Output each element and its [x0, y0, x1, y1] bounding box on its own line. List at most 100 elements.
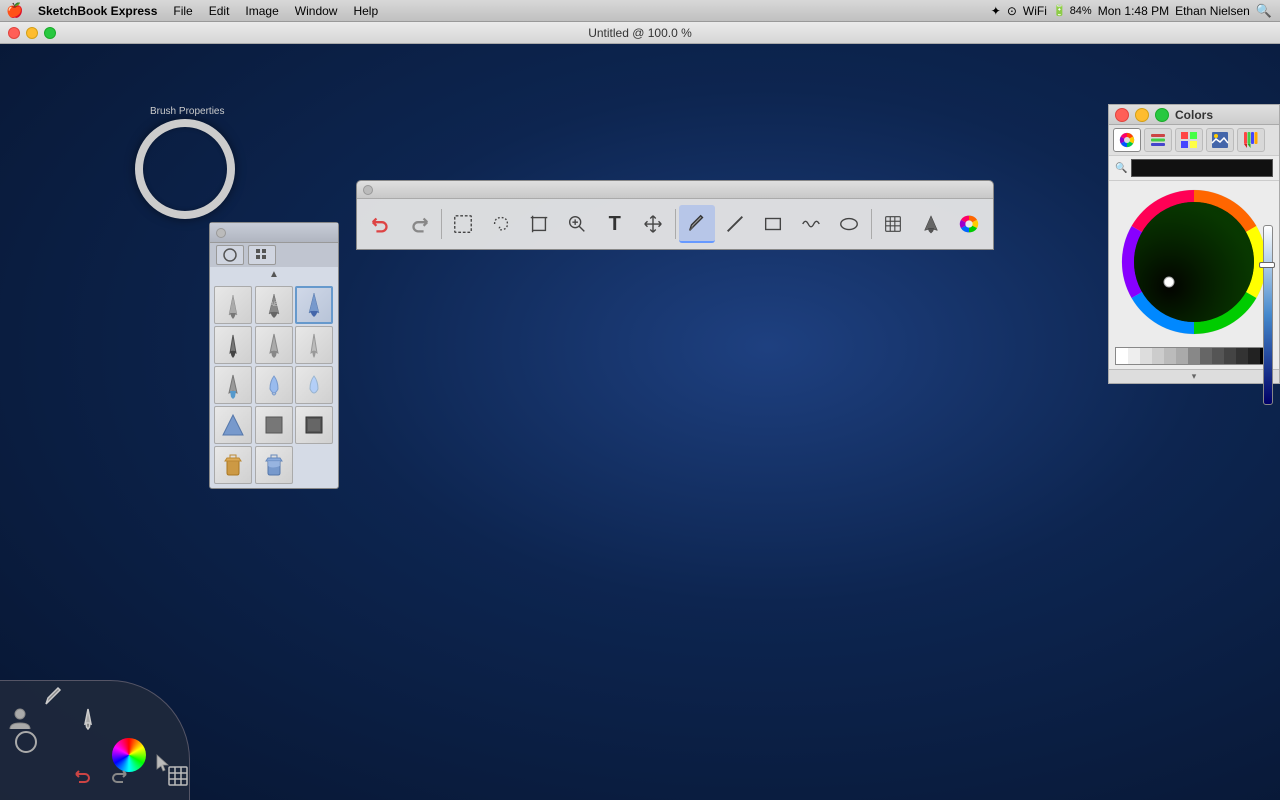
- rect-select-button[interactable]: [446, 205, 482, 243]
- brush-tab-grid[interactable]: [248, 245, 276, 265]
- swatch-10[interactable]: [1224, 348, 1236, 364]
- colors-tab-crayons[interactable]: [1237, 128, 1265, 152]
- minimize-button[interactable]: [26, 27, 38, 39]
- brush-ink-2[interactable]: [255, 326, 293, 364]
- colors-expand[interactable]: ▾: [1109, 369, 1279, 383]
- brush-ink-3[interactable]: [295, 326, 333, 364]
- brush-panel-header: [210, 223, 338, 243]
- brush-pencil-dark[interactable]: [295, 286, 333, 324]
- app-name[interactable]: SketchBook Express: [30, 0, 165, 21]
- canvas-area[interactable]: Brush Properties: [0, 44, 1280, 800]
- menu-image[interactable]: Image: [237, 0, 286, 21]
- wave-button[interactable]: [793, 205, 829, 243]
- brush-pencil-light[interactable]: [214, 286, 252, 324]
- swatch-5[interactable]: [1164, 348, 1176, 364]
- line-button[interactable]: [717, 205, 753, 243]
- toolbar-close-dot[interactable]: [363, 185, 373, 195]
- text-icon: T: [609, 213, 621, 236]
- colors-tab-wheel[interactable]: [1113, 128, 1141, 152]
- brush-bucket-1[interactable]: [214, 446, 252, 484]
- undo-button[interactable]: [363, 205, 399, 243]
- swatch-white[interactable]: [1116, 348, 1128, 364]
- ellipse-button[interactable]: [831, 205, 867, 243]
- brightness-slider[interactable]: [1263, 225, 1273, 405]
- menu-window[interactable]: Window: [287, 0, 346, 21]
- swatch-7[interactable]: [1188, 348, 1200, 364]
- swatch-9[interactable]: [1212, 348, 1224, 364]
- brush-tip-button[interactable]: [913, 205, 949, 243]
- swatch-3[interactable]: [1140, 348, 1152, 364]
- battery-icon: 🔋 84%: [1053, 4, 1092, 17]
- toolbar-tools: T: [357, 199, 993, 249]
- brightness-thumb[interactable]: [1259, 262, 1275, 268]
- apple-icon: 🍎: [6, 2, 23, 19]
- maximize-button[interactable]: [44, 27, 56, 39]
- colors-search: 🔍: [1109, 156, 1279, 181]
- swatch-12[interactable]: [1248, 348, 1260, 364]
- close-button[interactable]: [8, 27, 20, 39]
- colors-tab-palettes[interactable]: [1175, 128, 1203, 152]
- radial-brush-tool[interactable]: [72, 702, 104, 734]
- brush-ink-1[interactable]: [214, 326, 252, 364]
- brush-size-ring[interactable]: [135, 119, 235, 219]
- colors-tabs: [1109, 125, 1279, 156]
- spotlight-icon[interactable]: 🔍: [1256, 3, 1272, 19]
- window-title: Untitled @ 100.0 %: [588, 26, 692, 40]
- layers-button[interactable]: [875, 205, 911, 243]
- color-swatches: [1115, 347, 1273, 365]
- brush-panel: ▲ AE: [209, 222, 339, 489]
- brush-square-1[interactable]: [255, 406, 293, 444]
- pen-button[interactable]: [679, 205, 715, 243]
- brush-watercolor-2[interactable]: [255, 366, 293, 404]
- apple-menu[interactable]: 🍎: [0, 2, 30, 19]
- colors-tab-sliders[interactable]: [1144, 128, 1172, 152]
- colors-min[interactable]: [1135, 108, 1149, 122]
- menu-file[interactable]: File: [165, 0, 200, 21]
- svg-text:AE: AE: [270, 302, 278, 308]
- swatch-11[interactable]: [1236, 348, 1248, 364]
- brush-tab-circle[interactable]: [216, 245, 244, 265]
- brush-square-2[interactable]: [295, 406, 333, 444]
- lasso-select-button[interactable]: [483, 205, 519, 243]
- color-wheel[interactable]: [1119, 187, 1269, 337]
- redo-button[interactable]: [401, 205, 437, 243]
- colors-title: Colors: [1175, 108, 1213, 122]
- color-search-input[interactable]: [1131, 159, 1273, 177]
- radial-pen-tool[interactable]: [38, 680, 70, 712]
- swatch-4[interactable]: [1152, 348, 1164, 364]
- brush-pencil-medium[interactable]: AE: [255, 286, 293, 324]
- colors-tab-image[interactable]: [1206, 128, 1234, 152]
- menu-help[interactable]: Help: [345, 0, 386, 21]
- brush-scroll-up[interactable]: ▲: [210, 267, 338, 282]
- colors-close[interactable]: [1115, 108, 1129, 122]
- crop-button[interactable]: [521, 205, 557, 243]
- radial-layers-button[interactable]: [162, 760, 194, 792]
- swatch-8[interactable]: [1200, 348, 1212, 364]
- rect-shape-button[interactable]: [755, 205, 791, 243]
- separator-3: [871, 209, 872, 239]
- time-display: Mon 1:48 PM: [1098, 4, 1169, 18]
- radial-circle-tool[interactable]: [10, 726, 42, 758]
- brush-watercolor-3[interactable]: [295, 366, 333, 404]
- swatch-2[interactable]: [1128, 348, 1140, 364]
- wifi-icon: WiFi: [1023, 4, 1047, 18]
- color-wheel-container: [1109, 181, 1279, 343]
- brush-watercolor-1[interactable]: [214, 366, 252, 404]
- radial-redo-button[interactable]: [102, 760, 134, 792]
- brush-panel-close[interactable]: [216, 228, 226, 238]
- brush-properties-label: Brush Properties: [150, 106, 224, 117]
- colors-max[interactable]: [1155, 108, 1169, 122]
- move-button[interactable]: [635, 205, 671, 243]
- zoom-button[interactable]: [559, 205, 595, 243]
- timemachine-icon: ⊙: [1007, 4, 1017, 18]
- text-button[interactable]: T: [597, 205, 633, 243]
- separator-1: [441, 209, 442, 239]
- menu-edit[interactable]: Edit: [201, 0, 238, 21]
- color-wheel-button[interactable]: [951, 205, 987, 243]
- radial-undo-button[interactable]: [68, 760, 100, 792]
- brush-bucket-2[interactable]: [255, 446, 293, 484]
- brush-grid: AE: [210, 282, 338, 488]
- swatch-6[interactable]: [1176, 348, 1188, 364]
- separator-2: [675, 209, 676, 239]
- brush-triangle[interactable]: [214, 406, 252, 444]
